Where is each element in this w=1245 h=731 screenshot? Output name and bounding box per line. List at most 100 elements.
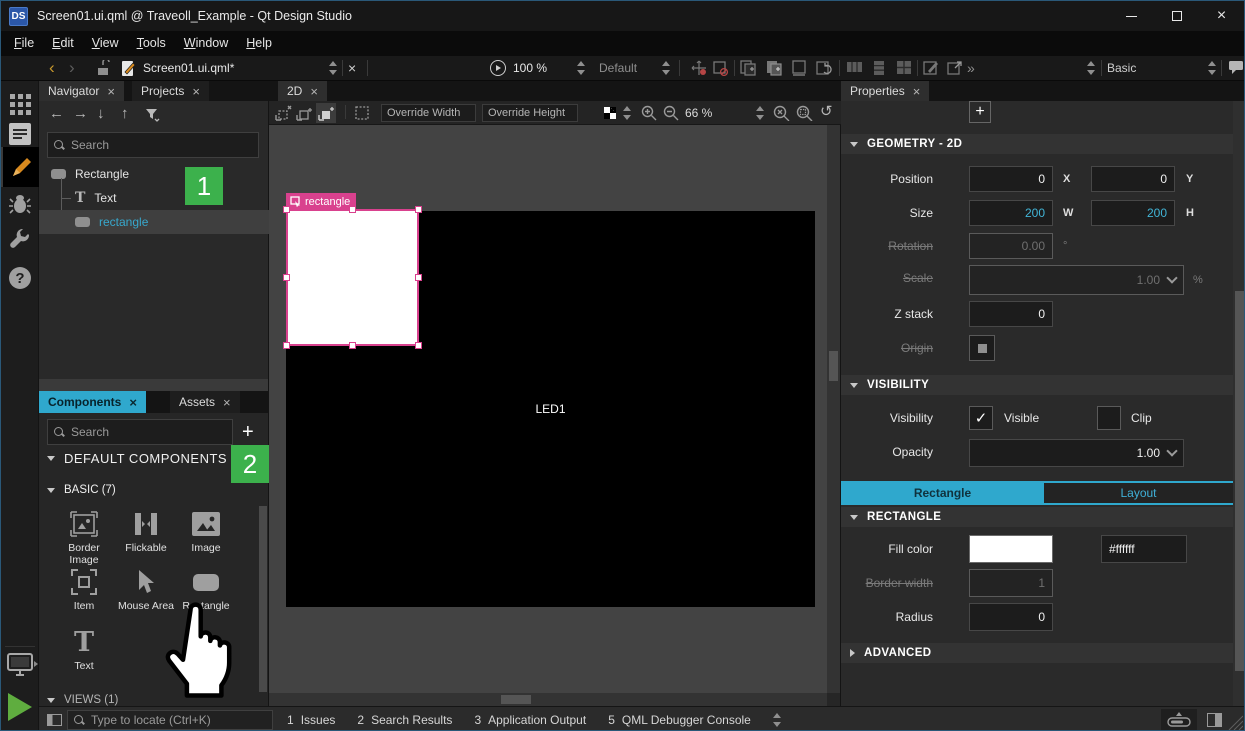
tab-2d[interactable]: 2D× <box>278 81 327 101</box>
components-search-input[interactable] <box>71 425 226 439</box>
create-child-component-icon[interactable] <box>766 60 783 76</box>
size-h-field[interactable]: 200 <box>1091 200 1175 226</box>
forward-button[interactable]: › <box>69 56 75 80</box>
clip-checkbox[interactable] <box>1097 406 1121 430</box>
reset-position-icon[interactable] <box>691 60 707 76</box>
debug-mode-button[interactable] <box>1 193 39 215</box>
show-bounds-icon[interactable] <box>354 105 370 121</box>
lock-open-icon[interactable] <box>96 60 110 76</box>
welcome-mode-button[interactable] <box>1 94 39 115</box>
position-x-field[interactable]: 0 <box>969 166 1053 192</box>
fill-color-hex-field[interactable]: #ffffff <box>1101 535 1187 563</box>
canvas-zoom-stepper-icon[interactable] <box>756 106 765 120</box>
radius-field[interactable]: 0 <box>969 603 1053 631</box>
projects-mode-button[interactable] <box>1 229 39 251</box>
zoom-all-icon[interactable] <box>773 105 790 121</box>
close-icon[interactable]: × <box>223 396 231 409</box>
style-selector[interactable]: Default <box>599 56 637 80</box>
tree-item-text[interactable]: T Text <box>39 186 269 210</box>
pane-issues[interactable]: 1Issues <box>287 713 335 727</box>
section-visibility[interactable]: VISIBILITY <box>841 375 1233 395</box>
grid-layout-icon[interactable] <box>896 60 912 75</box>
move-right-icon[interactable]: → <box>73 105 88 122</box>
edit-component-icon[interactable] <box>791 60 807 76</box>
selection-label[interactable]: rectangle <box>286 193 356 210</box>
edit-mode-button[interactable] <box>1 123 39 145</box>
z-stack-field[interactable]: 0 <box>969 301 1053 327</box>
section-views[interactable]: VIEWS (1) <box>47 694 118 706</box>
tab-projects[interactable]: Projects× <box>132 81 209 101</box>
kit-selector[interactable]: Basic <box>1107 56 1136 80</box>
column-layout-icon[interactable] <box>873 60 885 76</box>
close-icon[interactable]: × <box>310 85 318 98</box>
background-stepper-icon[interactable] <box>623 106 632 120</box>
menu-view[interactable]: View <box>83 31 128 56</box>
snap-anchors-icon[interactable] <box>296 105 313 121</box>
canvas-stage[interactable]: LED1 rectangle <box>269 125 827 693</box>
menu-tools[interactable]: Tools <box>128 31 175 56</box>
style-stepper-icon[interactable] <box>662 61 671 75</box>
filter-icon[interactable] <box>145 108 161 122</box>
back-button[interactable]: ‹ <box>49 56 55 80</box>
edit-annotation-icon[interactable] <box>923 60 939 76</box>
run-preview-button[interactable] <box>490 60 506 76</box>
border-width-field[interactable]: 1 <box>969 569 1053 597</box>
preview-zoom-stepper-icon[interactable] <box>577 61 586 75</box>
component-image[interactable]: Image <box>175 509 237 554</box>
pane-qml-debugger-console[interactable]: 5QML Debugger Console <box>608 713 751 727</box>
navigator-search-input[interactable] <box>71 138 252 152</box>
component-item[interactable]: Item <box>53 567 115 612</box>
add-property-button[interactable]: + <box>969 101 991 123</box>
close-icon[interactable]: × <box>192 85 200 98</box>
override-height-input[interactable] <box>488 107 572 119</box>
components-scrollbar[interactable] <box>259 506 267 692</box>
origin-selector-button[interactable] <box>969 335 995 361</box>
position-y-field[interactable]: 0 <box>1091 166 1175 192</box>
rotation-field[interactable]: 0.00 <box>969 233 1053 259</box>
close-document-button[interactable]: × <box>348 56 356 80</box>
row-layout-icon[interactable] <box>846 60 863 74</box>
add-module-button[interactable]: + <box>242 419 254 445</box>
snap-parent-button[interactable] <box>316 103 336 123</box>
close-icon[interactable]: × <box>107 85 115 98</box>
open-document-selector[interactable]: Screen01.ui.qml* <box>143 56 234 80</box>
menu-window[interactable]: Window <box>175 31 237 56</box>
override-width-input[interactable] <box>387 107 470 119</box>
properties-scrollbar[interactable] <box>1233 101 1245 706</box>
resize-handle-sw[interactable] <box>283 342 290 349</box>
export-icon[interactable] <box>947 60 963 76</box>
close-icon[interactable]: × <box>129 396 137 409</box>
panel-splitter[interactable] <box>39 379 268 391</box>
pane-stepper-icon[interactable] <box>773 713 782 727</box>
resize-handle-e[interactable] <box>415 274 422 281</box>
file-edit-icon[interactable] <box>121 60 136 77</box>
pane-application-output[interactable]: 3Application Output <box>474 713 586 727</box>
run-button[interactable] <box>1 693 39 721</box>
fill-color-swatch[interactable] <box>969 535 1053 563</box>
zoom-selection-icon[interactable] <box>796 105 813 121</box>
locator-input[interactable] <box>91 713 266 727</box>
section-default-components[interactable]: DEFAULT COMPONENTS <box>47 451 227 466</box>
section-basic[interactable]: BASIC (7) <box>47 484 116 496</box>
document-stepper-icon[interactable] <box>329 61 338 75</box>
close-button[interactable]: × <box>1199 1 1244 31</box>
component-reload-icon[interactable] <box>816 60 832 76</box>
annotation-comment-icon[interactable] <box>1228 60 1244 74</box>
selected-rectangle-item[interactable] <box>286 209 419 346</box>
component-border-image[interactable]: Border Image <box>53 509 115 566</box>
tab-components[interactable]: Components× <box>39 391 146 413</box>
minimize-button[interactable] <box>1109 1 1154 31</box>
menu-file[interactable]: File <box>5 31 43 56</box>
menu-edit[interactable]: Edit <box>43 31 83 56</box>
component-flickable[interactable]: Flickable <box>115 509 177 554</box>
resize-handle-n[interactable] <box>349 206 356 213</box>
tab-assets[interactable]: Assets× <box>170 391 240 413</box>
toolbar-overflow-button[interactable]: » <box>967 56 975 80</box>
component-text[interactable]: T Text <box>53 627 115 672</box>
kit-stepper2-icon[interactable] <box>1208 61 1217 75</box>
section-geometry-2d[interactable]: GEOMETRY - 2D <box>841 134 1233 154</box>
tree-item-rectangle-root[interactable]: Rectangle <box>39 162 269 186</box>
tab-properties[interactable]: Properties× <box>841 81 929 101</box>
resize-grip[interactable] <box>1225 713 1243 730</box>
zoom-in-icon[interactable] <box>641 105 657 121</box>
